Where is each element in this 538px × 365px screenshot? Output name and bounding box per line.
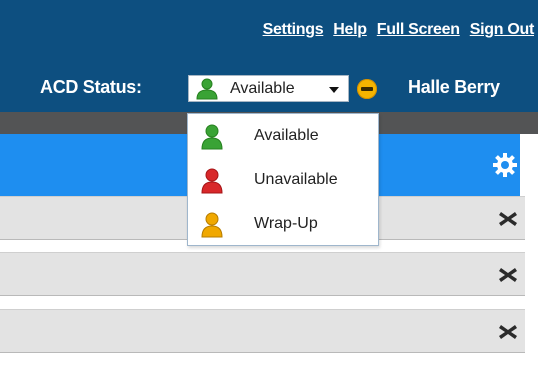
acd-status-label: ACD Status: xyxy=(40,77,142,97)
person-yellow-icon xyxy=(200,212,224,243)
menu-item-unavailable[interactable]: Unavailable xyxy=(188,160,378,202)
acd-status-select[interactable]: Available xyxy=(188,75,349,102)
menu-item-available[interactable]: Available xyxy=(188,116,378,158)
list-row xyxy=(0,309,525,353)
status-dropdown-menu: Available Unavailable Wrap-Up xyxy=(187,113,379,246)
menu-item-label: Available xyxy=(254,127,319,144)
acd-status-row: ACD Status: Available Halle Berry xyxy=(0,72,538,106)
top-header: Settings Help Full Screen Sign Out ACD S… xyxy=(0,0,538,112)
chevron-down-icon xyxy=(329,87,339,93)
settings-link[interactable]: Settings xyxy=(263,21,324,39)
do-not-disturb-icon[interactable] xyxy=(357,79,377,99)
menu-item-label: Unavailable xyxy=(254,171,338,188)
remove-icon[interactable] xyxy=(497,265,519,285)
person-green-icon xyxy=(200,124,224,155)
help-link[interactable]: Help xyxy=(333,21,367,39)
remove-icon[interactable] xyxy=(497,209,519,229)
acd-page: Settings Help Full Screen Sign Out ACD S… xyxy=(0,0,538,365)
sign-out-link[interactable]: Sign Out xyxy=(470,21,535,39)
selected-status-text: Available xyxy=(230,80,295,97)
menu-item-wrap-up[interactable]: Wrap-Up xyxy=(188,204,378,246)
full-screen-link[interactable]: Full Screen xyxy=(377,21,460,39)
top-links: Settings Help Full Screen Sign Out xyxy=(263,21,535,39)
user-name: Halle Berry xyxy=(408,77,500,97)
remove-icon[interactable] xyxy=(497,322,519,342)
gear-icon[interactable] xyxy=(490,150,520,180)
person-green-icon xyxy=(195,78,219,105)
menu-item-label: Wrap-Up xyxy=(254,215,318,232)
person-red-icon xyxy=(200,168,224,199)
list-row xyxy=(0,252,525,296)
